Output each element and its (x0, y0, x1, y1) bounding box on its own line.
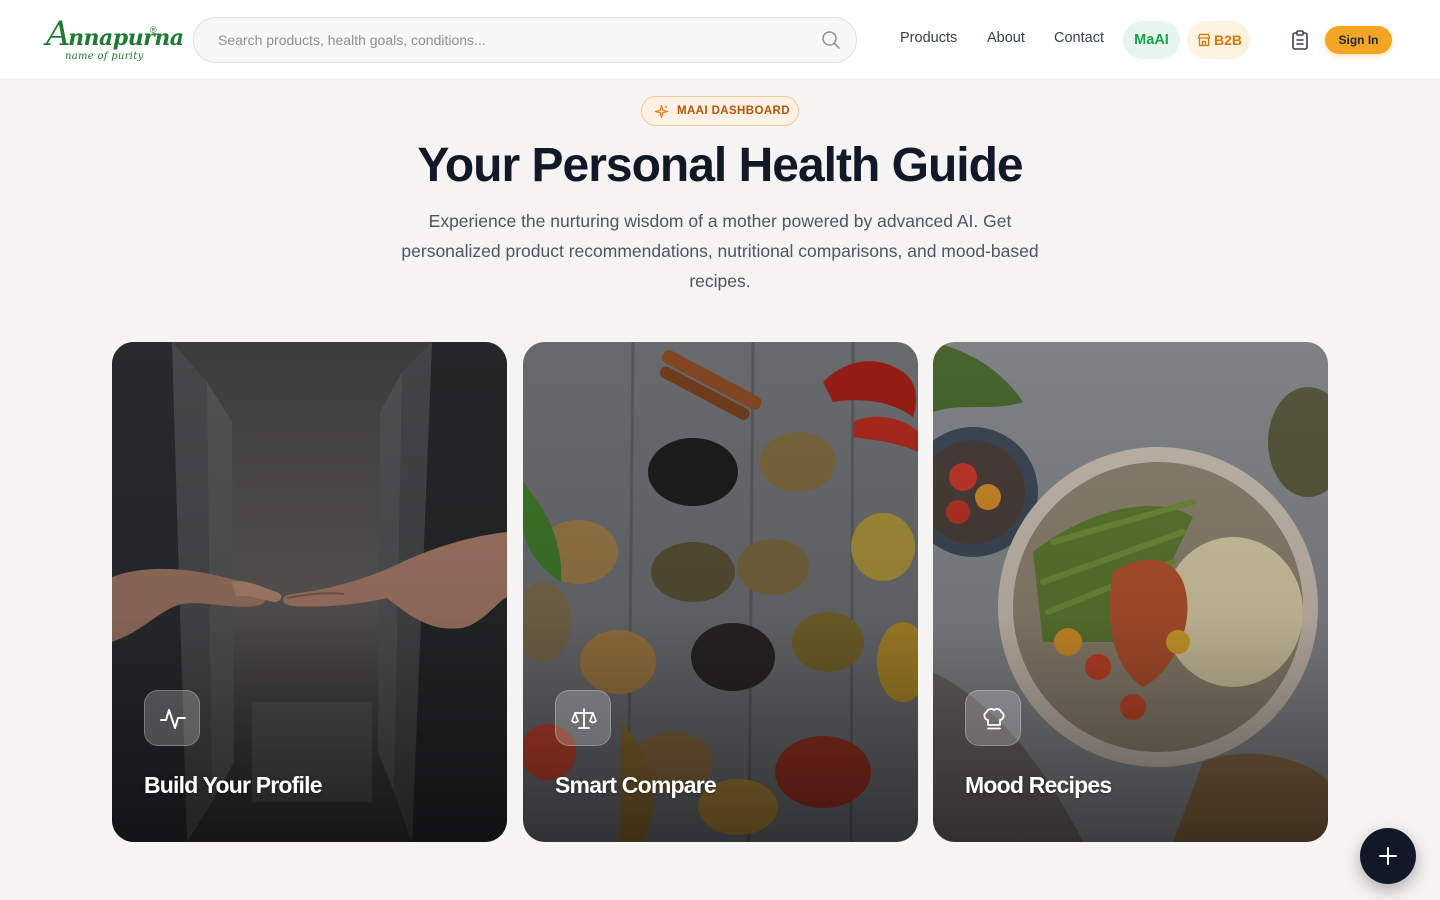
activity-icon (160, 709, 186, 729)
maai-dashboard-badge: MAAI DASHBOARD (641, 96, 799, 126)
logo-initial: A (46, 14, 71, 54)
card-icon-container (965, 690, 1021, 746)
top-navigation-bar: Annapurna ® name of purity Products Abou… (0, 0, 1440, 80)
scale-icon (571, 708, 597, 729)
card-icon-container (555, 690, 611, 746)
floating-action-button[interactable] (1360, 828, 1416, 884)
card-overlay (933, 342, 1328, 842)
smart-compare-card[interactable]: Smart Compare (523, 342, 918, 842)
page-subtitle: Experience the nurturing wisdom of a mot… (401, 211, 1039, 291)
card-title: Build Your Profile (144, 772, 323, 798)
badge-label: MAAI DASHBOARD (677, 105, 790, 117)
card-title: Smart Compare (555, 772, 717, 798)
search-icon[interactable] (821, 30, 841, 50)
mood-recipes-card[interactable]: Mood Recipes (933, 342, 1328, 842)
logo-wordmark: Annapurna (46, 14, 184, 54)
card-overlay (112, 342, 507, 842)
nav-products-link[interactable]: Products (900, 30, 957, 46)
sign-in-button[interactable]: Sign In (1325, 26, 1392, 54)
search-bar (193, 17, 857, 63)
card-icon-container (144, 690, 200, 746)
page-title: Your Personal Health Guide (417, 139, 1023, 192)
plus-icon (1379, 847, 1397, 865)
search-input[interactable] (218, 18, 808, 62)
nav-maai-button[interactable]: MaAI (1123, 21, 1180, 59)
logo-registered-mark: ® (150, 25, 157, 35)
nav-b2b-button[interactable]: B2B (1187, 21, 1250, 59)
chef-hat-icon (983, 708, 1005, 730)
clipboard-icon[interactable] (1291, 30, 1309, 50)
build-profile-card[interactable]: Build Your Profile (112, 342, 507, 842)
annapurna-logo[interactable]: Annapurna ® name of purity (46, 14, 184, 66)
card-overlay (523, 342, 918, 842)
nav-contact-link[interactable]: Contact (1054, 30, 1104, 46)
sparkle-icon (654, 104, 669, 119)
logo-tagline: name of purity (65, 51, 144, 62)
logo-name-rest: nnapurna (68, 25, 184, 51)
nav-about-link[interactable]: About (987, 30, 1025, 46)
card-title: Mood Recipes (965, 772, 1112, 798)
store-icon (1197, 33, 1211, 47)
b2b-label: B2B (1214, 32, 1243, 48)
